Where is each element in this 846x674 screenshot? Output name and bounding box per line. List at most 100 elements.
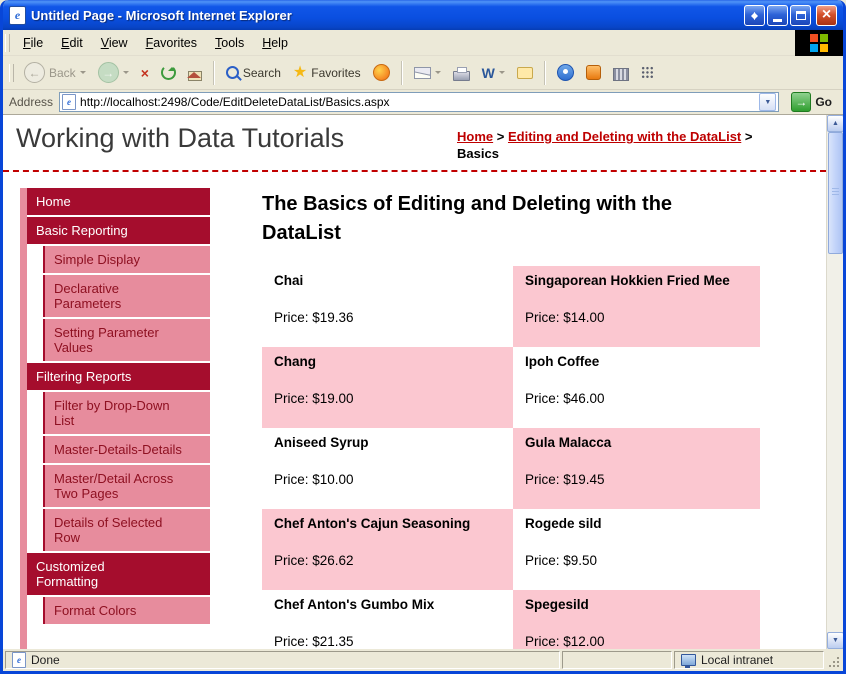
- title-bar[interactable]: Untitled Page - Microsoft Internet Explo…: [3, 0, 843, 30]
- discuss-button[interactable]: [511, 64, 539, 82]
- main-content: The Basics of Editing and Deleting with …: [262, 190, 802, 649]
- product-name: Chai: [274, 273, 304, 288]
- maximize-button[interactable]: [790, 4, 811, 26]
- sidebar-item-setting-parameter-values[interactable]: Setting Parameter Values: [43, 319, 210, 361]
- sidebar-item-label: Declarative Parameters: [54, 281, 122, 311]
- maximize-icon: [795, 10, 806, 20]
- edit-button[interactable]: [476, 63, 511, 83]
- windows-throbber: [795, 29, 843, 56]
- go-label: Go: [815, 95, 832, 109]
- search-label: Search: [242, 65, 281, 80]
- research-button[interactable]: [580, 62, 607, 83]
- home-button[interactable]: [182, 62, 208, 84]
- vertical-scrollbar[interactable]: [826, 115, 843, 649]
- menu-favorites[interactable]: Favorites: [137, 32, 206, 54]
- sidebar-item-label: Simple Display: [54, 252, 140, 267]
- menu-edit[interactable]: Edit: [52, 32, 92, 54]
- status-zone-pane: Local intranet: [674, 651, 824, 669]
- window-controls: [744, 4, 837, 26]
- product-name: Aniseed Syrup: [274, 435, 369, 450]
- sidebar-item-filter-by-drop-down-list[interactable]: Filter by Drop-Down List: [43, 392, 210, 434]
- sidebar-item-label: Home: [36, 194, 71, 209]
- web-page: Working with Data Tutorials Home > Editi…: [3, 115, 826, 649]
- ie-app-icon: [9, 5, 26, 25]
- address-dropdown-button[interactable]: [759, 93, 777, 111]
- forward-button[interactable]: [92, 59, 135, 86]
- stop-icon: [141, 65, 149, 81]
- home-icon: [186, 70, 202, 81]
- sidebar-item-customized-formatting[interactable]: Customized Formatting: [27, 553, 210, 595]
- menu-bar: File Edit View Favorites Tools Help: [3, 29, 843, 56]
- sidebar-item-filtering-reports[interactable]: Filtering Reports: [27, 363, 210, 390]
- product-price: Price: $26.62: [274, 553, 354, 568]
- toolbar-grip[interactable]: [9, 63, 14, 82]
- go-button[interactable]: Go: [786, 91, 837, 113]
- sidebar-item-format-colors[interactable]: Format Colors: [43, 597, 210, 624]
- breadcrumb-home-link[interactable]: Home: [457, 129, 493, 144]
- menu-file[interactable]: File: [14, 32, 52, 54]
- status-message-pane: Done: [5, 651, 560, 669]
- mail-dropdown-icon: [434, 71, 441, 77]
- media-button[interactable]: [367, 61, 396, 84]
- menu-view[interactable]: View: [92, 32, 137, 54]
- scroll-down-button[interactable]: [827, 632, 843, 649]
- sidebar-item-simple-display[interactable]: Simple Display: [43, 246, 210, 273]
- sidebar-nav: Home Basic Reporting Simple Display Decl…: [20, 188, 210, 626]
- search-button[interactable]: Search: [220, 63, 287, 83]
- print-icon: [452, 66, 470, 81]
- print-button[interactable]: [447, 62, 476, 84]
- scroll-up-button[interactable]: [827, 115, 843, 132]
- product-cell: Rogede sild Price: $9.50: [513, 509, 760, 590]
- full-screen-button[interactable]: [744, 4, 765, 26]
- product-name: Chang: [274, 354, 316, 369]
- product-price: Price: $19.00: [274, 391, 354, 406]
- discuss-icon: [516, 66, 533, 79]
- product-price: Price: $14.00: [525, 310, 605, 325]
- forward-icon: [97, 62, 119, 83]
- sidebar-item-declarative-parameters[interactable]: Declarative Parameters: [43, 275, 210, 317]
- refresh-icon: [160, 65, 176, 80]
- tiles-button[interactable]: [635, 63, 660, 82]
- product-cell: Chai Price: $19.36: [262, 266, 513, 347]
- minimize-button[interactable]: [767, 4, 788, 26]
- mail-button[interactable]: [408, 64, 447, 82]
- sidebar-item-details-of-selected-row[interactable]: Details of Selected Row: [43, 509, 210, 551]
- sidebar-item-master-details-details[interactable]: Master-Details-Details: [43, 436, 210, 463]
- resize-grip[interactable]: [826, 651, 841, 669]
- scrollbar-thumb[interactable]: [828, 132, 843, 254]
- favorites-button[interactable]: Favorites: [287, 62, 367, 84]
- star-icon: [293, 65, 307, 81]
- product-price: Price: $19.36: [274, 310, 354, 325]
- menu-grip[interactable]: [5, 33, 10, 52]
- close-button[interactable]: [816, 4, 837, 26]
- minimize-icon: [773, 18, 782, 22]
- address-input[interactable]: http://localhost:2498/Code/EditDeleteDat…: [59, 92, 780, 112]
- menu-tools[interactable]: Tools: [206, 32, 253, 54]
- toolbar-separator: [212, 60, 215, 85]
- product-price: Price: $10.00: [274, 472, 354, 487]
- stop-button[interactable]: [135, 62, 155, 84]
- edit-dropdown-icon: [498, 71, 505, 77]
- back-button[interactable]: Back: [18, 59, 92, 86]
- sidebar-item-home[interactable]: Home: [27, 188, 210, 215]
- breadcrumb-separator: >: [496, 129, 505, 144]
- menu-help[interactable]: Help: [253, 32, 297, 54]
- sidebar-item-label: Setting Parameter Values: [54, 325, 159, 355]
- close-icon: [822, 6, 831, 24]
- address-bar: Address http://localhost:2498/Code/EditD…: [3, 90, 843, 115]
- standard-toolbar: Back Search Favorites: [3, 56, 843, 90]
- sidebar-item-basic-reporting[interactable]: Basic Reporting: [27, 217, 210, 244]
- product-cell: Singaporean Hokkien Fried Mee Price: $14…: [513, 266, 760, 347]
- product-name: Chef Anton's Gumbo Mix: [274, 597, 435, 612]
- breadcrumb-section-link[interactable]: Editing and Deleting with the DataList: [508, 129, 741, 144]
- sidebar-item-master-detail-across-two-pages[interactable]: Master/Detail Across Two Pages: [43, 465, 210, 507]
- product-cell: Aniseed Syrup Price: $10.00: [262, 428, 513, 509]
- sidebar-item-label: Filtering Reports: [36, 369, 132, 384]
- refresh-button[interactable]: [155, 62, 182, 83]
- page-title: The Basics of Editing and Deleting with …: [262, 193, 673, 244]
- sites-button[interactable]: [607, 62, 635, 84]
- media-icon: [372, 64, 390, 81]
- messenger-button[interactable]: [551, 61, 580, 84]
- status-bar: Done Local intranet: [3, 649, 843, 671]
- local-intranet-icon: [681, 654, 696, 668]
